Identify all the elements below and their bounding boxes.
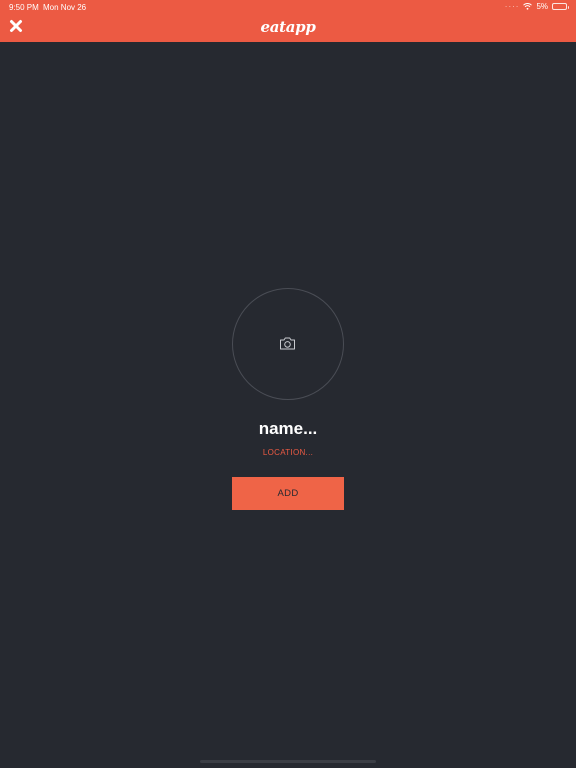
name-field[interactable]: name... (0, 419, 576, 439)
app-logo: eatapp (260, 18, 316, 36)
wifi-icon (523, 3, 533, 10)
status-date: Mon Nov 26 (43, 3, 87, 12)
camera-icon[interactable] (279, 336, 296, 351)
battery-icon (552, 3, 569, 10)
signal-dots-icon: ···· (504, 2, 520, 11)
battery-percent: 5% (536, 2, 548, 11)
home-indicator (200, 760, 376, 763)
status-time: 9:50 PM (9, 3, 39, 12)
navigation-bar: 9:50 PM Mon Nov 26 ···· 5% eatapp (0, 0, 576, 42)
location-field[interactable]: LOCATION... (0, 448, 576, 457)
status-indicators: ···· 5% (504, 2, 569, 11)
add-button[interactable]: ADD (232, 477, 344, 510)
